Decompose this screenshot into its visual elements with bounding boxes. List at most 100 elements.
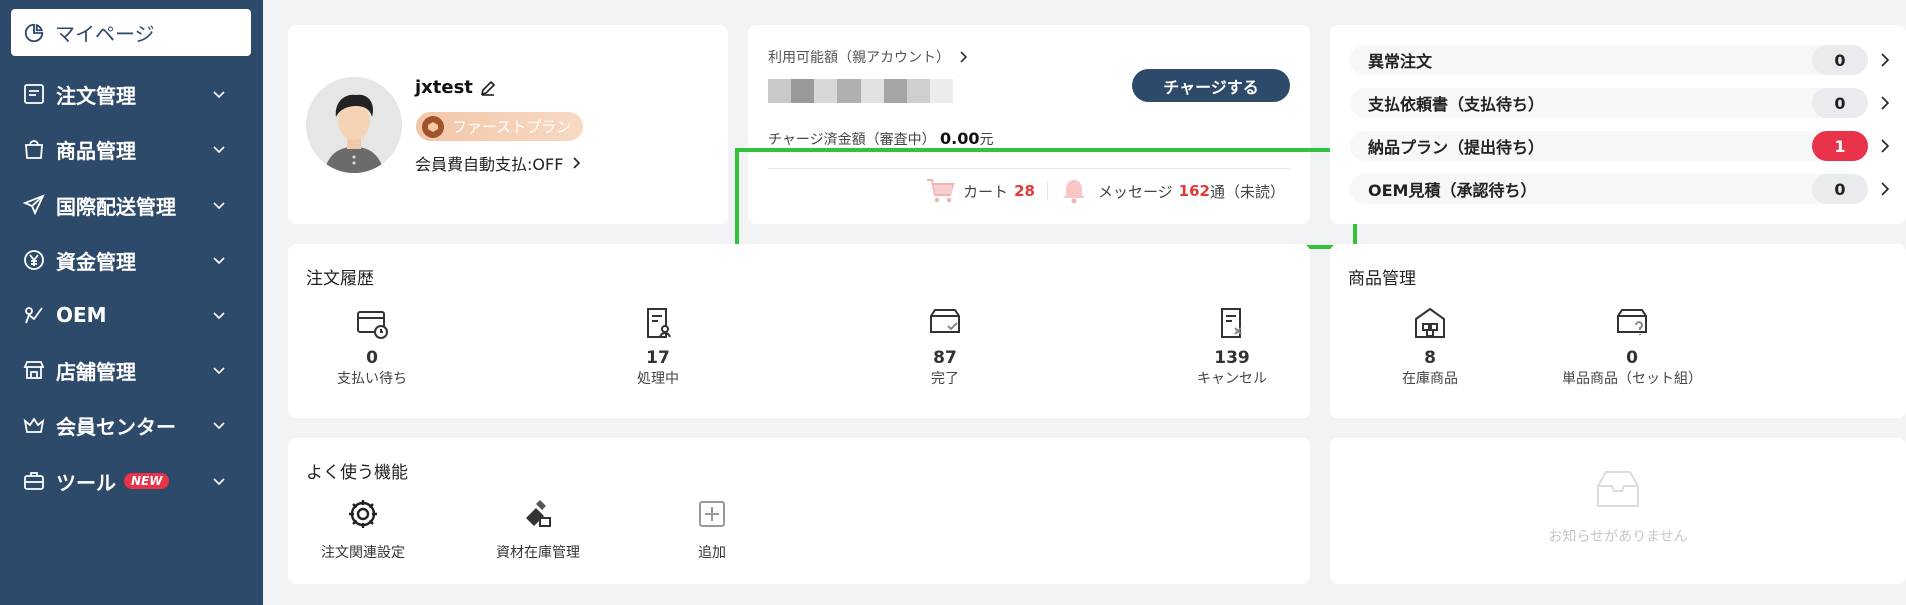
product-management-card: 商品管理 8 在庫商品 0 単品商品（セット組） bbox=[1330, 244, 1906, 418]
pending-charge-label: チャージ済金額（審査中） bbox=[768, 132, 936, 148]
available-balance-link[interactable]: 利用可能額（親アカウント） bbox=[768, 47, 968, 67]
sidebar-item-label: OEM bbox=[56, 303, 107, 327]
stat-number: 139 bbox=[1214, 348, 1250, 368]
status-count: 0 bbox=[1812, 45, 1868, 75]
bag-icon bbox=[25, 140, 43, 159]
stat-label: 単品商品（セット組） bbox=[1562, 371, 1702, 387]
function-label: 資材在庫管理 bbox=[496, 545, 580, 561]
sidebar-item-products[interactable]: 商品管理 bbox=[0, 129, 263, 169]
function-add[interactable]: 追加 bbox=[637, 496, 787, 562]
plus-square-icon bbox=[699, 501, 725, 527]
chevron-down-icon bbox=[213, 367, 225, 375]
order-stat-cancelled[interactable]: 139 キャンセル bbox=[1162, 304, 1302, 387]
sidebar-item-oem[interactable]: OEM bbox=[0, 295, 263, 335]
chevron-right-icon bbox=[1881, 96, 1890, 110]
function-order-settings[interactable]: 注文関連設定 bbox=[288, 496, 438, 562]
profile-card: jxtest ファーストプラン 会員費自動支払:OFF bbox=[288, 25, 728, 224]
sidebar-item-mypage[interactable]: マイページ bbox=[11, 9, 251, 56]
sidebar-item-tools[interactable]: ツール NEW bbox=[0, 461, 263, 501]
status-count: 0 bbox=[1812, 88, 1868, 118]
username: jxtest bbox=[415, 77, 497, 98]
chevron-right-icon bbox=[1881, 53, 1890, 67]
doc-cancel-icon bbox=[1221, 308, 1242, 338]
pie-chart-icon bbox=[24, 23, 44, 42]
avatar[interactable] bbox=[306, 77, 402, 173]
toolbox-icon bbox=[24, 472, 44, 490]
sidebar-item-label: 店舗管理 bbox=[56, 359, 136, 384]
stat-label: 完了 bbox=[931, 371, 959, 387]
balance-amount-redacted bbox=[768, 79, 953, 103]
materials-icon bbox=[526, 500, 551, 527]
chevron-down-icon bbox=[213, 422, 225, 430]
stat-number: 17 bbox=[646, 348, 670, 368]
status-label: OEM見積（承認待ち） bbox=[1368, 181, 1537, 200]
order-history-card: 注文履歴 0 支払い待ち 17 処理中 87 完了 139 キャンセル bbox=[288, 244, 1310, 418]
chevron-right-icon bbox=[1881, 139, 1890, 153]
section-title: 注文履歴 bbox=[306, 269, 374, 289]
status-row-abnormal-orders[interactable]: 異常注文 0 bbox=[1350, 45, 1890, 75]
stat-label: キャンセル bbox=[1197, 371, 1267, 387]
autopay-link[interactable]: 会員費自動支払:OFF bbox=[415, 151, 581, 175]
sidebar-item-intl-shipping[interactable]: 国際配送管理 bbox=[0, 185, 263, 225]
status-row-oem-quotes[interactable]: OEM見積（承認待ち） 0 bbox=[1350, 174, 1890, 204]
available-balance-label: 利用可能額（親アカウント） bbox=[768, 50, 950, 66]
function-label: 追加 bbox=[698, 545, 726, 561]
sidebar-item-label: ツール bbox=[56, 470, 116, 495]
box-check-icon bbox=[930, 309, 960, 333]
highlight-box bbox=[735, 148, 1357, 249]
order-stat-awaiting-payment[interactable]: 0 支払い待ち bbox=[302, 304, 442, 387]
username-text: jxtest bbox=[415, 77, 473, 98]
plan-label: ファーストプラン bbox=[452, 118, 572, 136]
section-title: よく使う機能 bbox=[306, 463, 408, 483]
function-label: 注文関連設定 bbox=[321, 545, 405, 561]
send-icon bbox=[22, 194, 45, 216]
crown-icon bbox=[23, 417, 45, 433]
warehouse-icon bbox=[1415, 307, 1445, 338]
edit-icon[interactable] bbox=[479, 79, 497, 97]
sidebar-item-stores[interactable]: 店舗管理 bbox=[0, 350, 263, 390]
plan-badge: ファーストプラン bbox=[416, 112, 584, 141]
sidebar-item-label: マイページ bbox=[55, 22, 155, 46]
order-list-icon bbox=[24, 84, 44, 104]
autopay-label: 会員費自動支払:OFF bbox=[415, 155, 564, 174]
notice-card: お知らせがありません bbox=[1330, 438, 1906, 584]
pending-charge: チャージ済金額（審査中） 0.00元 bbox=[768, 129, 994, 149]
chevron-right-icon bbox=[573, 157, 581, 169]
user-avatar-icon bbox=[306, 77, 402, 173]
stat-label: 処理中 bbox=[637, 371, 679, 387]
chevron-right-icon bbox=[1881, 182, 1890, 196]
stat-number: 8 bbox=[1424, 348, 1436, 368]
charge-button[interactable]: チャージする bbox=[1132, 69, 1290, 102]
gear-icon bbox=[349, 500, 377, 528]
chevron-right-icon bbox=[960, 51, 968, 63]
chevron-down-icon bbox=[213, 312, 225, 320]
order-stat-completed[interactable]: 87 完了 bbox=[875, 304, 1015, 387]
stat-number: 0 bbox=[366, 348, 378, 368]
status-label: 異常注文 bbox=[1368, 52, 1433, 71]
new-badge: NEW bbox=[124, 473, 170, 489]
pending-charge-unit: 元 bbox=[979, 132, 994, 148]
sidebar-item-orders[interactable]: 注文管理 bbox=[0, 74, 263, 114]
doc-person-icon bbox=[647, 308, 671, 338]
status-row-delivery-plans[interactable]: 納品プラン（提出待ち） 1 bbox=[1350, 131, 1890, 161]
product-stat-single-items[interactable]: 0 単品商品（セット組） bbox=[1562, 304, 1702, 387]
sidebar: マイページ 注文管理 商品管理 国際配送管理 資金管理 OEM 店舗管理 会員セ… bbox=[0, 0, 263, 605]
status-row-payment-requests[interactable]: 支払依頼書（支払待ち） 0 bbox=[1350, 88, 1890, 118]
order-stat-processing[interactable]: 17 処理中 bbox=[588, 304, 728, 387]
chevron-down-icon bbox=[213, 91, 225, 99]
card-clock-icon bbox=[357, 311, 388, 339]
stat-number: 87 bbox=[933, 348, 957, 368]
sidebar-item-member-center[interactable]: 会員センター bbox=[0, 405, 263, 445]
section-title: 商品管理 bbox=[1348, 269, 1416, 289]
yen-icon bbox=[24, 250, 44, 270]
sidebar-item-funds[interactable]: 資金管理 bbox=[0, 240, 263, 280]
product-stat-inventory[interactable]: 8 在庫商品 bbox=[1360, 304, 1500, 387]
status-label: 支払依頼書（支払待ち） bbox=[1368, 95, 1545, 114]
function-material-inventory[interactable]: 資材在庫管理 bbox=[463, 496, 613, 562]
status-count: 0 bbox=[1812, 174, 1868, 204]
status-label: 納品プラン（提出待ち） bbox=[1368, 138, 1545, 157]
empty-text: お知らせがありません bbox=[1548, 529, 1688, 545]
chevron-down-icon bbox=[213, 146, 225, 154]
stat-label: 在庫商品 bbox=[1402, 371, 1458, 387]
plan-medal-icon bbox=[422, 115, 444, 138]
